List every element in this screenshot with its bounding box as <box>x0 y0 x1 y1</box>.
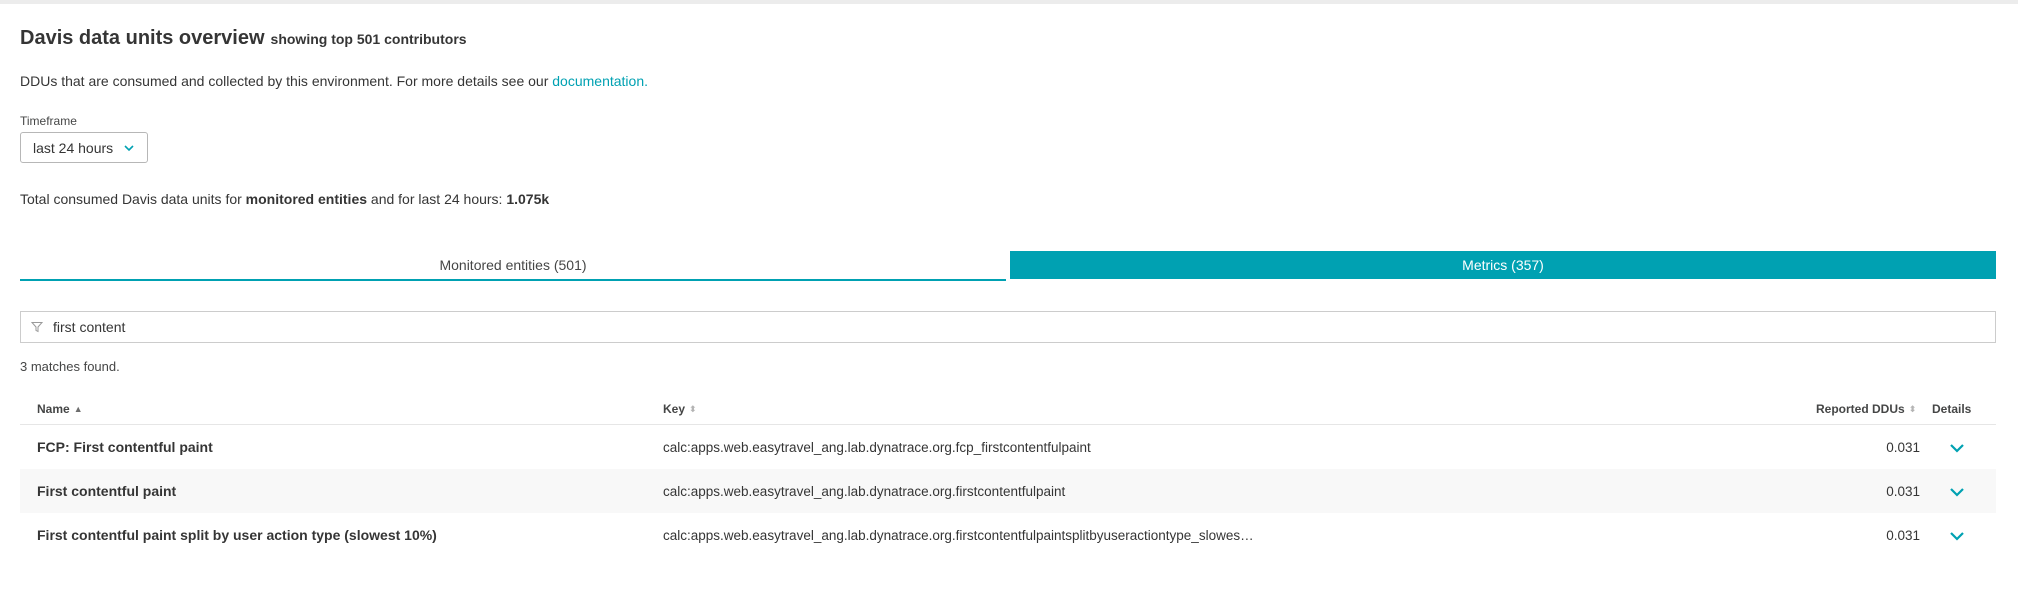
expand-details-button[interactable] <box>1946 437 1968 459</box>
sort-ascending-icon: ▲ <box>73 404 83 414</box>
timeframe-select[interactable]: last 24 hours <box>20 132 148 163</box>
total-scope: monitored entities <box>245 191 368 207</box>
column-header-key[interactable]: Key ⬍ <box>663 394 697 424</box>
column-name-label: Name <box>37 402 70 416</box>
chevron-down-icon <box>1950 488 1964 497</box>
page-description: DDUs that are consumed and collected by … <box>20 73 648 89</box>
page-subtitle: showing top 501 contributors <box>270 31 467 47</box>
sort-icon: ⬍ <box>1908 403 1917 414</box>
tab-metrics[interactable]: Metrics (357) <box>1010 251 1996 279</box>
column-ddus-label: Reported DDUs <box>1816 402 1905 416</box>
sort-icon: ⬍ <box>689 403 697 414</box>
tab-monitored-entities-label: Monitored entities (501) <box>439 257 587 273</box>
metric-ddus: 0.031 <box>1886 483 1920 499</box>
page-header: Davis data units overview showing top 50… <box>20 27 467 50</box>
table-header: Name ▲ Key ⬍ Reported DDUs ⬍ Details <box>20 394 1996 425</box>
tab-monitored-entities[interactable]: Monitored entities (501) <box>20 251 1006 281</box>
description-text: DDUs that are consumed and collected by … <box>20 73 553 89</box>
table-row: First contentful paint split by user act… <box>20 513 1996 557</box>
metric-ddus: 0.031 <box>1886 439 1920 455</box>
metric-key: calc:apps.web.easytravel_ang.lab.dynatra… <box>663 483 1066 499</box>
column-details-label: Details <box>1932 402 1972 416</box>
chevron-down-icon <box>124 145 134 152</box>
metric-key: calc:apps.web.easytravel_ang.lab.dynatra… <box>663 527 1254 543</box>
metric-name: FCP: First contentful paint <box>37 439 213 455</box>
metric-name: First contentful paint split by user act… <box>37 527 437 543</box>
metric-ddus: 0.031 <box>1886 527 1920 543</box>
chevron-down-icon <box>1950 532 1964 541</box>
total-middle: and for last 24 hours: <box>367 191 507 207</box>
column-header-details: Details <box>1932 394 1971 424</box>
total-value: 1.075k <box>506 191 550 207</box>
metric-key: calc:apps.web.easytravel_ang.lab.dynatra… <box>663 439 1091 455</box>
table-row: FCP: First contentful paint calc:apps.we… <box>20 425 1996 469</box>
expand-details-button[interactable] <box>1946 481 1968 503</box>
filter-icon <box>31 322 43 333</box>
table-row: First contentful paint calc:apps.web.eas… <box>20 469 1996 513</box>
filter-bar[interactable] <box>20 311 1996 343</box>
tab-metrics-label: Metrics (357) <box>1462 257 1544 273</box>
filter-input[interactable] <box>53 319 1953 335</box>
expand-details-button[interactable] <box>1946 525 1968 547</box>
documentation-link[interactable]: documentation. <box>552 73 648 89</box>
page-title: Davis data units overview <box>20 27 265 49</box>
matches-count: 3 matches found. <box>20 359 120 374</box>
total-prefix: Total consumed Davis data units for <box>20 191 246 207</box>
column-header-ddus[interactable]: Reported DDUs ⬍ <box>1816 394 1916 424</box>
total-consumed: Total consumed Davis data units for moni… <box>20 191 549 207</box>
column-header-name[interactable]: Name ▲ <box>37 394 83 424</box>
chevron-down-icon <box>1950 444 1964 453</box>
top-border <box>0 0 2018 4</box>
metric-name: First contentful paint <box>37 483 177 499</box>
timeframe-label: Timeframe <box>20 114 77 128</box>
timeframe-value: last 24 hours <box>33 139 114 156</box>
column-key-label: Key <box>663 402 686 416</box>
